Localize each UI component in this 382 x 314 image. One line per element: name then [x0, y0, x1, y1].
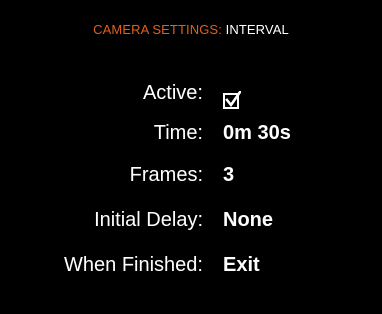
initial-delay-label: Initial Delay: — [94, 209, 203, 231]
setting-row-active[interactable]: Active: — [0, 82, 382, 118]
header-page-title: INTERVAL — [225, 22, 289, 37]
header-section-title: CAMERA SETTINGS: — [93, 22, 222, 37]
setting-row-initial-delay[interactable]: Initial Delay: None — [0, 209, 382, 245]
setting-row-time[interactable]: Time: 0m 30s — [0, 122, 382, 158]
active-checkbox[interactable] — [223, 91, 241, 109]
time-value[interactable]: 0m 30s — [223, 122, 291, 145]
frames-label: Frames: — [129, 164, 203, 186]
initial-delay-value[interactable]: None — [223, 209, 273, 232]
time-label: Time: — [153, 122, 203, 144]
when-finished-label: When Finished: — [64, 254, 203, 276]
active-label: Active: — [142, 82, 203, 104]
setting-row-frames[interactable]: Frames: 3 — [0, 164, 382, 200]
when-finished-value[interactable]: Exit — [223, 254, 260, 277]
setting-row-when-finished[interactable]: When Finished: Exit — [0, 254, 382, 290]
screen-header: CAMERA SETTINGS: INTERVAL — [0, 22, 382, 37]
frames-value[interactable]: 3 — [223, 164, 234, 187]
